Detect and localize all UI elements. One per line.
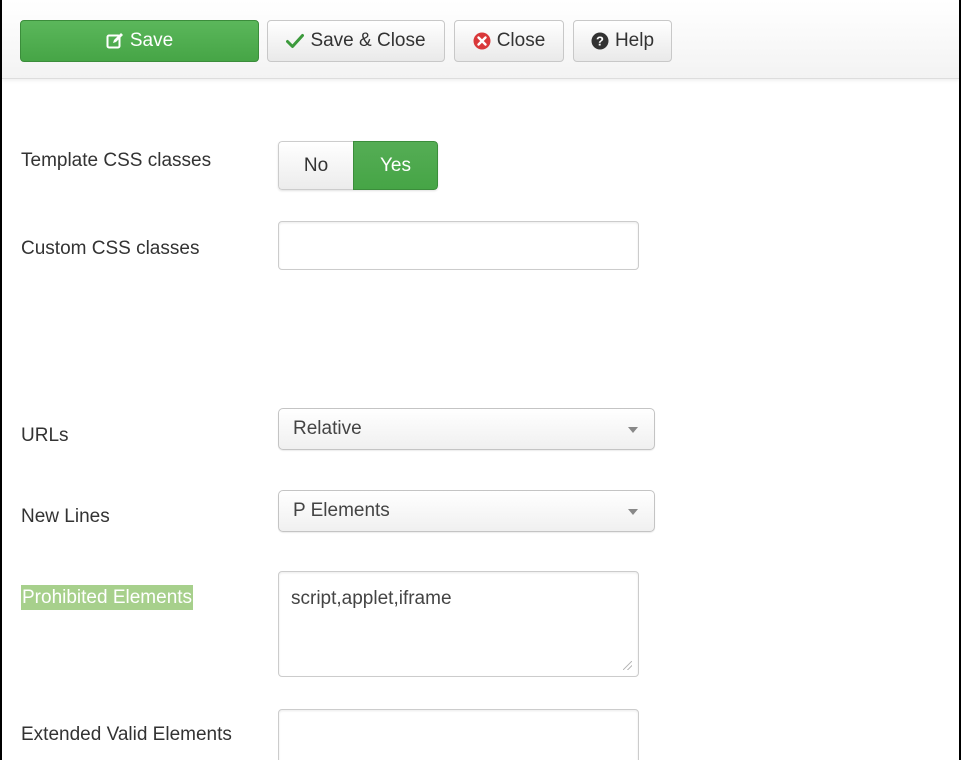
template-css-label: Template CSS classes [21, 150, 212, 171]
toggle-no-button[interactable]: No [278, 141, 353, 190]
new-lines-select[interactable]: P Elements [278, 490, 655, 532]
new-lines-selected-value: P Elements [293, 500, 390, 521]
help-label: Help [614, 30, 655, 51]
edit-icon [106, 32, 124, 50]
resize-handle[interactable] [623, 661, 632, 670]
chevron-down-icon [628, 427, 638, 433]
urls-select[interactable]: Relative [278, 408, 655, 450]
close-circle-icon [473, 32, 491, 50]
save-label: Save [129, 30, 174, 51]
close-label: Close [496, 30, 546, 51]
checkmark-icon [286, 33, 305, 49]
help-button[interactable]: ? Help [573, 20, 672, 62]
toggle-yes-button[interactable]: Yes [353, 141, 438, 190]
close-button[interactable]: Close [454, 20, 564, 62]
chevron-down-icon [628, 509, 638, 515]
prohibited-elements-value: script,applet,iframe [291, 588, 452, 609]
save-and-close-button[interactable]: Save & Close [267, 20, 445, 62]
save-button[interactable]: Save [20, 20, 259, 62]
editor-options-panel: Save Save & Close Close ? Help Template … [0, 0, 961, 760]
save-and-close-label: Save & Close [310, 30, 426, 51]
new-lines-label: New Lines [21, 506, 110, 527]
prohibited-elements-label-text: Prohibited Elements [21, 585, 194, 610]
svg-text:?: ? [596, 34, 604, 49]
custom-css-label: Custom CSS classes [21, 238, 200, 259]
urls-label: URLs [21, 425, 69, 446]
help-circle-icon: ? [591, 32, 609, 50]
prohibited-elements-textarea[interactable]: script,applet,iframe [278, 571, 639, 677]
toolbar: Save Save & Close Close ? Help [2, 0, 959, 79]
extended-valid-elements-label: Extended Valid Elements [21, 724, 232, 745]
template-css-toggle: No Yes [278, 141, 438, 190]
urls-selected-value: Relative [293, 418, 362, 439]
extended-valid-elements-input[interactable] [278, 709, 639, 760]
custom-css-input[interactable] [278, 221, 639, 270]
prohibited-elements-label: Prohibited Elements [21, 585, 194, 610]
